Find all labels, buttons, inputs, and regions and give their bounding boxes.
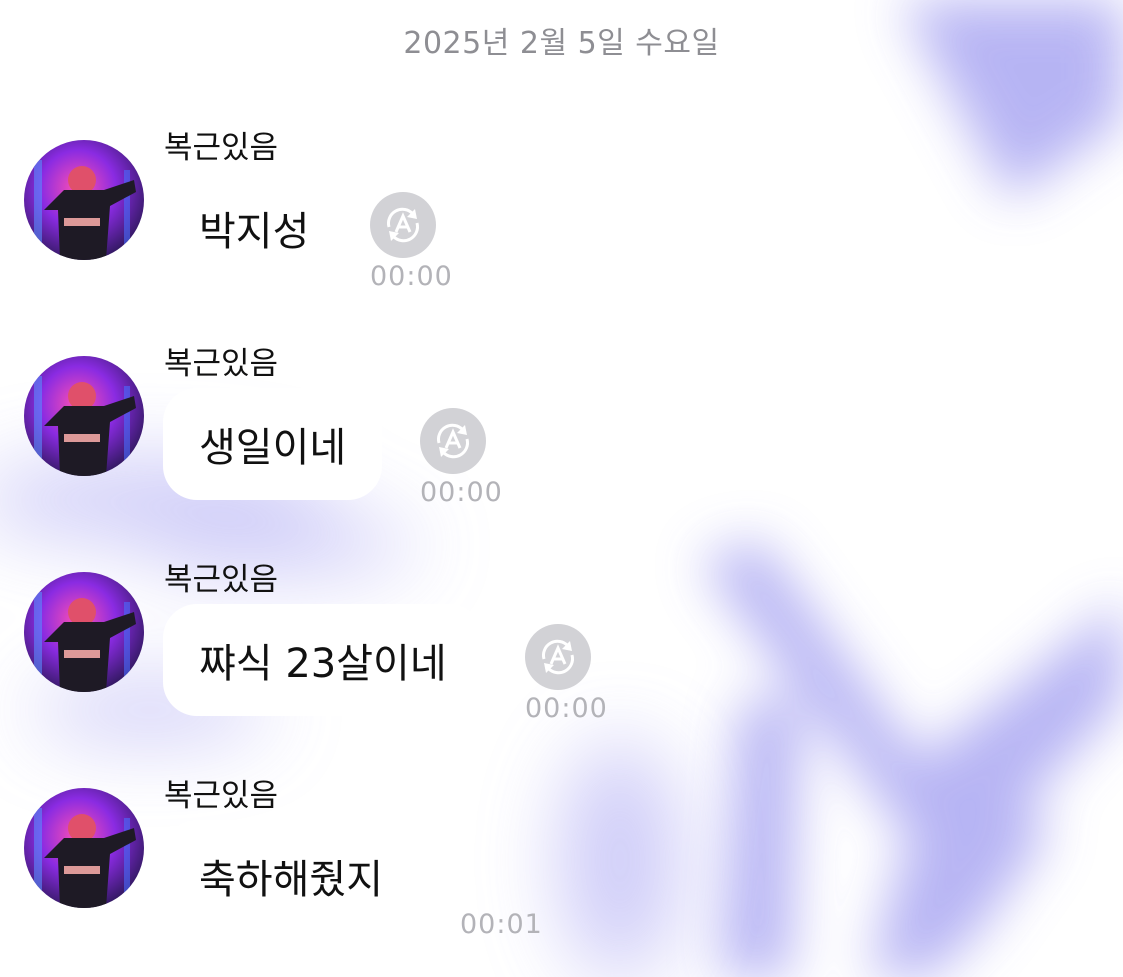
message-time: 00:01 xyxy=(460,909,543,940)
auto-translate-icon[interactable] xyxy=(370,192,436,258)
message-row: 복근있음 생일이네 00:00 xyxy=(0,338,1123,538)
message-row: 복근있음 쨔식 23살이네 00:00 xyxy=(0,554,1123,754)
message-bubble[interactable]: 생일이네 xyxy=(163,388,383,500)
chat-screen: 2025년 2월 5일 수요일 복근있음 박지성 00:00 복근있음 생일이네… xyxy=(0,0,1123,977)
auto-translate-icon[interactable] xyxy=(525,624,591,690)
message-text: 박지성 xyxy=(199,209,310,255)
message-bubble[interactable]: 축하해줬지 xyxy=(163,820,419,932)
avatar[interactable] xyxy=(24,572,144,692)
auto-translate-icon[interactable] xyxy=(420,408,486,474)
avatar[interactable] xyxy=(24,788,144,908)
sender-name: 복근있음 xyxy=(164,346,279,382)
avatar[interactable] xyxy=(24,356,144,476)
message-text: 축하해줬지 xyxy=(199,857,383,903)
message-text: 생일이네 xyxy=(199,425,347,471)
message-text: 쨔식 23살이네 xyxy=(199,641,447,687)
avatar-image xyxy=(24,788,144,908)
avatar-image xyxy=(24,140,144,260)
message-time: 00:00 xyxy=(420,477,503,508)
avatar[interactable] xyxy=(24,140,144,260)
avatar-image xyxy=(24,572,144,692)
avatar-image xyxy=(24,356,144,476)
message-bubble[interactable]: 쨔식 23살이네 xyxy=(163,604,483,716)
message-row: 복근있음 축하해줬지 00:01 xyxy=(0,770,1123,970)
message-row: 복근있음 박지성 00:00 xyxy=(0,122,1123,322)
date-divider: 2025년 2월 5일 수요일 xyxy=(403,26,720,61)
message-time: 00:00 xyxy=(370,261,453,292)
message-bubble[interactable]: 박지성 xyxy=(163,172,346,284)
sender-name: 복근있음 xyxy=(164,130,279,166)
sender-name: 복근있음 xyxy=(164,562,279,598)
sender-name: 복근있음 xyxy=(164,778,279,814)
message-time: 00:00 xyxy=(525,693,608,724)
